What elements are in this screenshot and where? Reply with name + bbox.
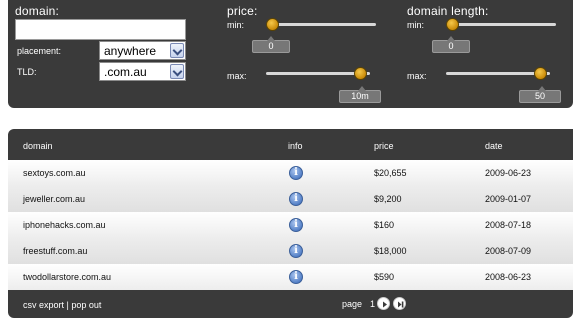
- last-page-icon[interactable]: [393, 297, 406, 310]
- price-min-label: min:: [227, 20, 245, 30]
- next-page-icon[interactable]: [377, 297, 390, 310]
- table-row[interactable]: jeweller.com.au i $9,200 2009-01-07: [8, 186, 573, 212]
- table-footer: csv export | pop out page 1: [8, 290, 573, 318]
- info-icon[interactable]: i: [289, 218, 303, 232]
- info-icon[interactable]: i: [289, 166, 303, 180]
- price-label: price:: [227, 4, 258, 18]
- domain-cell[interactable]: sextoys.com.au: [23, 168, 86, 178]
- footer-separator: |: [66, 300, 69, 310]
- domain-length-label: domain length:: [407, 4, 489, 18]
- domain-label: domain:: [15, 4, 60, 18]
- csv-export-link[interactable]: csv export: [23, 300, 64, 310]
- pop-out-link[interactable]: pop out: [71, 300, 101, 310]
- length-min-slider-handle[interactable]: [446, 18, 459, 31]
- price-min-value: 0: [252, 36, 290, 53]
- tld-label: TLD:: [17, 67, 37, 77]
- tld-select[interactable]: .com.au: [99, 62, 186, 81]
- placement-select-value: anywhere: [104, 44, 157, 58]
- price-max-value: 10m: [339, 86, 381, 103]
- chevron-down-icon[interactable]: [170, 43, 184, 58]
- domain-search-input[interactable]: [15, 19, 186, 40]
- price-cell: $20,655: [374, 168, 407, 178]
- date-cell: 2009-01-07: [485, 194, 532, 204]
- filter-panel: domain: placement: anywhere TLD: .com.au…: [8, 0, 573, 108]
- price-cell: $160: [374, 220, 395, 230]
- placement-label: placement:: [17, 46, 62, 56]
- table-header: domain info price date: [8, 129, 573, 160]
- column-header-price[interactable]: price: [374, 141, 394, 151]
- column-header-date[interactable]: date: [485, 141, 503, 151]
- price-cell: $18,000: [374, 246, 407, 256]
- results-table: domain info price date sextoys.com.au i …: [8, 129, 573, 318]
- date-cell: 2008-07-18: [485, 220, 532, 230]
- length-max-slider-handle[interactable]: [534, 67, 547, 80]
- column-header-info: info: [288, 141, 303, 151]
- price-max-slider-handle[interactable]: [354, 67, 367, 80]
- info-icon[interactable]: i: [289, 244, 303, 258]
- price-max-label: max:: [227, 71, 247, 81]
- page-label: page: [342, 299, 363, 309]
- date-cell: 2009-06-23: [485, 168, 532, 178]
- date-cell: 2008-07-09: [485, 246, 532, 256]
- domain-cell[interactable]: twodollarstore.com.au: [23, 272, 111, 282]
- price-cell: $9,200: [374, 194, 402, 204]
- length-max-value: 50: [519, 86, 561, 103]
- footer-links: csv export | pop out: [23, 300, 101, 310]
- tld-select-value: .com.au: [104, 65, 147, 79]
- placement-select[interactable]: anywhere: [99, 41, 186, 60]
- length-min-value: 0: [432, 36, 470, 53]
- table-row[interactable]: sextoys.com.au i $20,655 2009-06-23: [8, 160, 573, 186]
- price-min-slider-handle[interactable]: [266, 18, 279, 31]
- page-number: 1: [370, 299, 376, 309]
- table-row[interactable]: twodollarstore.com.au i $590 2008-06-23: [8, 264, 573, 290]
- domain-cell[interactable]: jeweller.com.au: [23, 194, 85, 204]
- column-header-domain[interactable]: domain: [23, 141, 53, 151]
- chevron-down-icon[interactable]: [170, 64, 184, 79]
- price-cell: $590: [374, 272, 395, 282]
- price-min-slider-track[interactable]: [266, 23, 376, 26]
- length-max-label: max:: [407, 71, 427, 81]
- date-cell: 2008-06-23: [485, 272, 532, 282]
- length-min-slider-track[interactable]: [446, 23, 556, 26]
- table-row[interactable]: iphonehacks.com.au i $160 2008-07-18: [8, 212, 573, 238]
- info-icon[interactable]: i: [289, 270, 303, 284]
- domain-cell[interactable]: freestuff.com.au: [23, 246, 87, 256]
- length-min-label: min:: [407, 20, 425, 30]
- table-row[interactable]: freestuff.com.au i $18,000 2008-07-09: [8, 238, 573, 264]
- info-icon[interactable]: i: [289, 192, 303, 206]
- domain-cell[interactable]: iphonehacks.com.au: [23, 220, 106, 230]
